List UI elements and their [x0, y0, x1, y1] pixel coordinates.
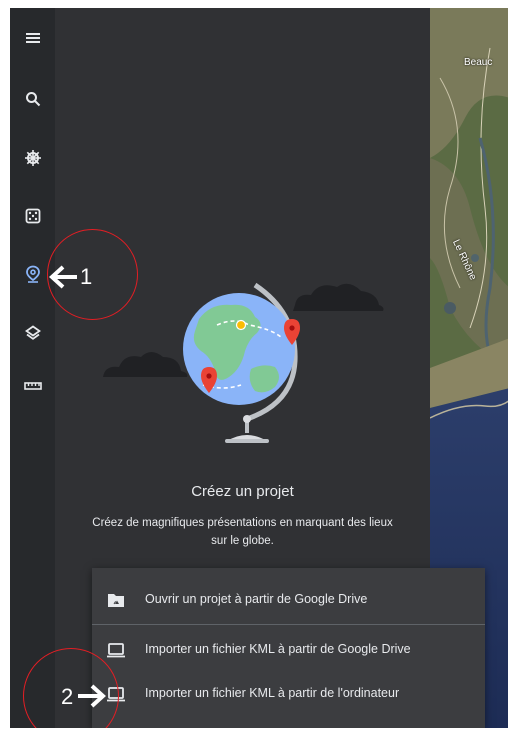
- arrow-left-icon: [49, 265, 77, 289]
- menu-item-label: Importer un fichier KML à partir de Goog…: [145, 642, 411, 656]
- measure-button[interactable]: [10, 366, 55, 406]
- map-style-layers-icon: [24, 325, 41, 340]
- new-project-menu: Ouvrir un projet à partir de Google Driv…: [92, 568, 485, 728]
- annotation-number-2: 2: [61, 684, 74, 709]
- menu-divider: [92, 624, 485, 625]
- globe-illustration: [103, 282, 384, 443]
- map-label-beaucaire: Beauc: [464, 57, 493, 68]
- menu-item-label: Ouvrir un projet à partir de Google Driv…: [145, 592, 368, 606]
- left-navigation-rail: [10, 8, 55, 728]
- annotation-number-1: 1: [80, 264, 93, 289]
- map-style-button[interactable]: [10, 313, 55, 353]
- arrow-right-icon: [78, 684, 106, 708]
- feeling-lucky-dice-icon: [25, 208, 40, 224]
- projects-pin-icon: [25, 265, 40, 283]
- menu-item-import-kml-drive[interactable]: Importer un fichier KML à partir de Goog…: [92, 628, 485, 672]
- menu-item-label: Importer un fichier KML à partir de l'or…: [145, 686, 400, 700]
- search-button[interactable]: [10, 79, 55, 119]
- menu-item-import-kml-computer[interactable]: Importer un fichier KML à partir de l'or…: [92, 672, 485, 716]
- menu-item-open-drive-project[interactable]: Ouvrir un projet à partir de Google Driv…: [92, 578, 485, 622]
- menu-button[interactable]: [10, 18, 55, 58]
- google-earth-window: Beauc Le Rhône Créez un projet Créez de …: [10, 8, 508, 728]
- drive-folder-icon: [108, 594, 124, 607]
- menu-icon: [25, 33, 40, 43]
- voyager-wheel-icon: [24, 150, 41, 166]
- voyager-button[interactable]: [10, 138, 55, 178]
- measure-ruler-icon: [23, 382, 42, 390]
- feeling-lucky-button[interactable]: [10, 196, 55, 236]
- panel-description: Créez de magnifiques présentations en ma…: [92, 517, 393, 547]
- laptop-icon: [107, 643, 125, 658]
- search-icon: [25, 92, 40, 107]
- panel-title: Créez un projet: [191, 483, 294, 500]
